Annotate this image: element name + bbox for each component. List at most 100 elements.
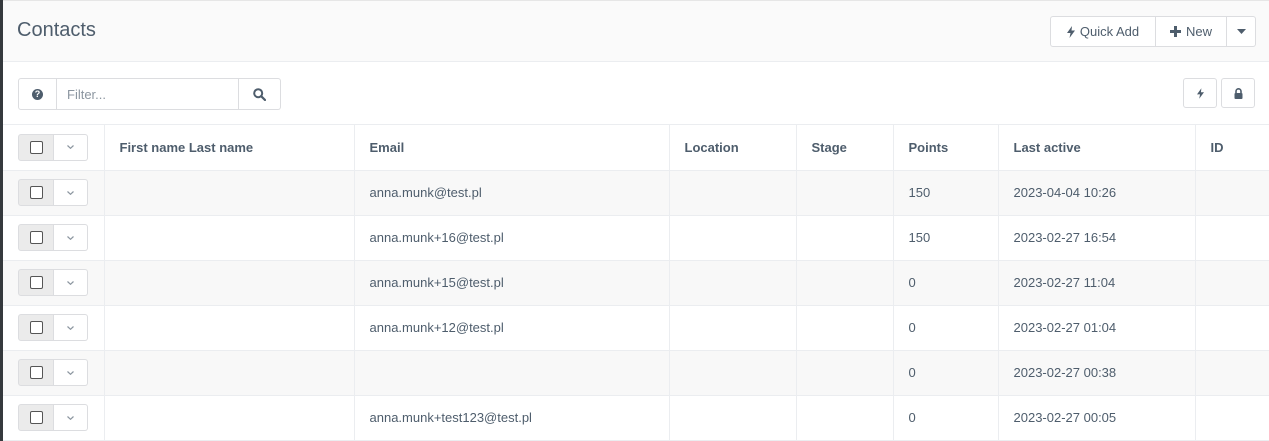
row-checkbox-box[interactable] [18, 269, 54, 296]
page-title: Contacts [17, 19, 96, 41]
table-row[interactable]: 0 2023-02-27 00:38 [3, 350, 1269, 396]
search-button[interactable] [239, 78, 281, 110]
row-menu-button[interactable] [54, 269, 88, 296]
cell-last-active: 2023-04-04 10:26 [998, 170, 1196, 216]
select-all-checkbox[interactable] [29, 140, 43, 154]
table-row[interactable]: anna.munk+test123@test.pl 0 2023-02-27 0… [3, 395, 1269, 441]
select-all-menu[interactable] [54, 133, 88, 161]
cell-email[interactable]: anna.munk+12@test.pl [354, 305, 670, 351]
column-header-location[interactable]: Location [669, 125, 797, 171]
cell-email[interactable] [354, 350, 670, 396]
row-select-control [18, 269, 88, 296]
filter-input[interactable] [57, 78, 239, 110]
row-menu-button[interactable] [54, 359, 88, 386]
row-select-cell [3, 305, 105, 351]
row-checkbox-box[interactable] [18, 404, 54, 431]
cell-points: 0 [893, 350, 999, 396]
table-row[interactable]: anna.munk+12@test.pl 0 2023-02-27 01:04 [3, 305, 1269, 351]
caret-down-icon [1236, 29, 1246, 34]
cell-name[interactable] [104, 305, 355, 351]
chevron-down-icon [67, 190, 74, 195]
row-checkbox[interactable] [29, 186, 43, 199]
cell-points: 0 [893, 395, 999, 441]
cell-stage [796, 395, 894, 441]
quick-add-label: Quick Add [1079, 24, 1140, 39]
question-circle-icon: ? [32, 88, 43, 100]
cell-name[interactable] [104, 395, 355, 441]
cell-email[interactable]: anna.munk+15@test.pl [354, 260, 670, 306]
cell-points: 0 [893, 305, 999, 351]
filter-toolbar: ? [3, 62, 1269, 125]
cell-location [669, 260, 797, 306]
cell-location [669, 215, 797, 261]
row-menu-button[interactable] [54, 404, 88, 431]
more-actions-dropdown[interactable] [1227, 16, 1256, 47]
cell-last-active: 2023-02-27 11:04 [998, 260, 1196, 306]
search-group: ? [18, 78, 281, 110]
select-all-checkbox-box[interactable] [18, 133, 54, 161]
row-checkbox-box[interactable] [18, 179, 54, 206]
row-select-cell [3, 350, 105, 396]
row-select-cell [3, 170, 105, 216]
contacts-table: First name Last name Email Location Stag… [3, 125, 1269, 441]
bolt-icon [1196, 87, 1204, 99]
table-row[interactable]: anna.munk@test.pl 150 2023-04-04 10:26 [3, 170, 1269, 216]
cell-last-active: 2023-02-27 16:54 [998, 215, 1196, 261]
select-all-cell [3, 125, 105, 171]
column-header-points[interactable]: Points [893, 125, 999, 171]
cell-id [1195, 350, 1269, 396]
plus-icon [1169, 26, 1181, 37]
row-menu-button[interactable] [54, 224, 88, 251]
column-header-stage[interactable]: Stage [796, 125, 894, 171]
row-checkbox-box[interactable] [18, 314, 54, 341]
cell-email[interactable]: anna.munk+16@test.pl [354, 215, 670, 261]
chevron-down-icon [67, 280, 74, 285]
table-row[interactable]: anna.munk+16@test.pl 150 2023-02-27 16:5… [3, 215, 1269, 261]
column-header-email[interactable]: Email [354, 125, 670, 171]
row-checkbox[interactable] [29, 411, 43, 424]
row-select-control [18, 314, 88, 341]
row-checkbox-box[interactable] [18, 359, 54, 386]
lock-button[interactable] [1221, 78, 1255, 108]
column-header-last-active[interactable]: Last active [998, 125, 1196, 171]
cell-name[interactable] [104, 350, 355, 396]
cell-name[interactable] [104, 215, 355, 261]
chevron-down-icon [67, 415, 74, 420]
row-select-cell [3, 215, 105, 261]
cell-stage [796, 170, 894, 216]
row-select-control [18, 404, 88, 431]
row-checkbox-box[interactable] [18, 224, 54, 251]
quick-add-button[interactable]: Quick Add [1050, 16, 1156, 47]
cell-name[interactable] [104, 170, 355, 216]
batch-actions-button[interactable] [1183, 78, 1217, 108]
cell-email[interactable]: anna.munk@test.pl [354, 170, 670, 216]
row-select-control [18, 359, 88, 386]
chevron-down-icon [67, 325, 74, 330]
new-contact-button[interactable]: New [1156, 16, 1227, 47]
cell-location [669, 305, 797, 351]
cell-name[interactable] [104, 260, 355, 306]
row-menu-button[interactable] [54, 179, 88, 206]
column-header-id[interactable]: ID [1195, 125, 1269, 171]
row-checkbox[interactable] [29, 366, 43, 379]
chevron-down-icon [67, 145, 74, 150]
row-select-control [18, 224, 88, 251]
column-header-name[interactable]: First name Last name [104, 125, 355, 171]
row-select-cell [3, 260, 105, 306]
cell-id [1195, 260, 1269, 306]
row-checkbox[interactable] [29, 231, 43, 244]
table-row[interactable]: anna.munk+15@test.pl 0 2023-02-27 11:04 [3, 260, 1269, 306]
contacts-app: Contacts Quick Add New ? Filter... First… [3, 0, 1269, 441]
row-checkbox[interactable] [29, 276, 43, 289]
row-menu-button[interactable] [54, 314, 88, 341]
cell-points: 150 [893, 170, 999, 216]
cell-email[interactable]: anna.munk+test123@test.pl [354, 395, 670, 441]
cell-last-active: 2023-02-27 01:04 [998, 305, 1196, 351]
row-checkbox[interactable] [29, 321, 43, 334]
cell-location [669, 170, 797, 216]
select-all-control [18, 133, 88, 161]
new-contact-label: New [1185, 24, 1212, 39]
filter-help-button[interactable]: ? [18, 78, 57, 110]
header-actions: Quick Add New [1050, 16, 1256, 47]
cell-stage [796, 305, 894, 351]
